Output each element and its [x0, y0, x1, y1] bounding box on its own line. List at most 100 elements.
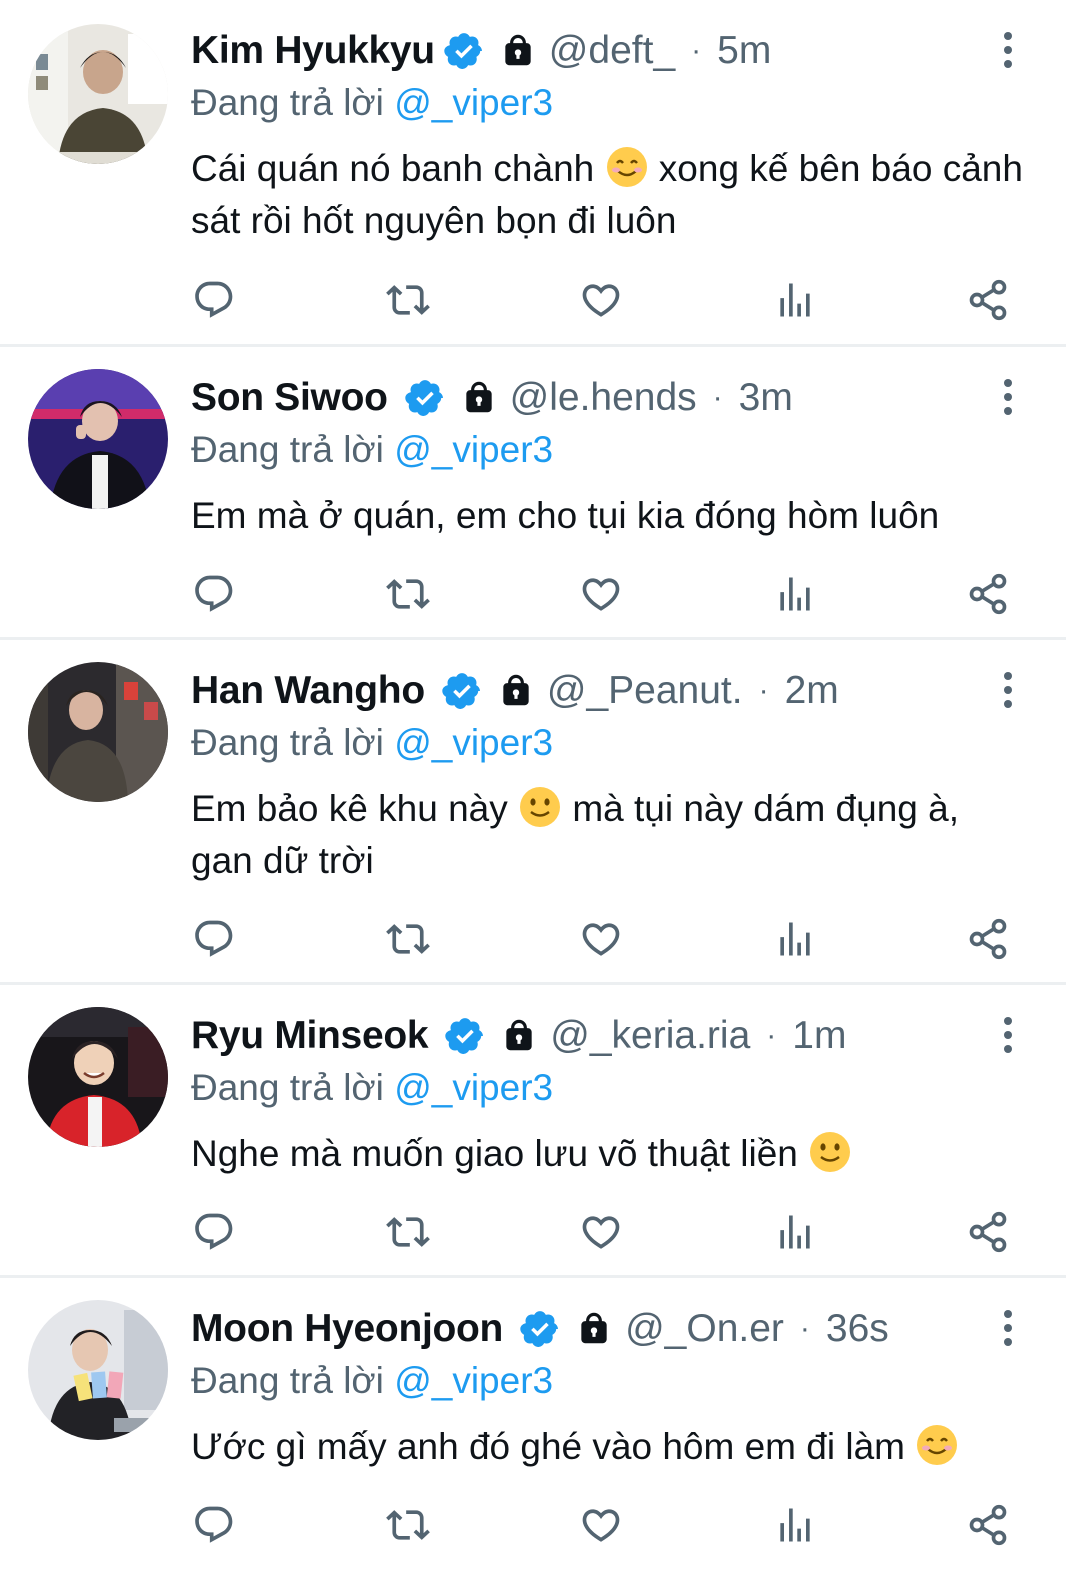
tweet-actions: [191, 914, 1011, 964]
replying-to: Đang trả lời @_viper3: [191, 1360, 553, 1402]
views-button[interactable]: [772, 277, 818, 323]
lock-icon: [505, 34, 531, 66]
reply-icon: [195, 1506, 233, 1543]
share-icon: [969, 279, 1007, 321]
reply-mention-link[interactable]: @_viper3: [394, 1067, 553, 1108]
reply-button[interactable]: [191, 916, 237, 962]
separator-dot: ·: [758, 674, 769, 707]
tweet-reply[interactable]: Moon Hyeonjoon @_On.er · 36s Đang trả lờ…: [0, 1278, 1066, 1588]
reply-mention-link[interactable]: @_viper3: [394, 1360, 553, 1401]
tweet-reply[interactable]: Son Siwoo @le.hends · 3m Đang trả lời @_…: [0, 347, 1066, 640]
lock-icon: [506, 1019, 532, 1051]
tweet-text: Nghe mà muốn giao lưu võ thuật liền: [191, 1128, 1051, 1180]
share-button[interactable]: [965, 1209, 1011, 1255]
timestamp[interactable]: 36s: [826, 1307, 889, 1351]
tweet-text: Em mà ở quán, em cho tụi kia đóng hòm lu…: [191, 490, 1051, 542]
replying-to: Đang trả lời @_viper3: [191, 82, 553, 124]
repost-icon: [385, 1510, 430, 1540]
analytics-icon: [779, 922, 810, 956]
tweet-reply[interactable]: Kim Hyukkyu @deft_ · 5m Đang trả lời @_v…: [0, 0, 1066, 347]
avatar[interactable]: [28, 1007, 168, 1147]
timestamp[interactable]: 3m: [739, 376, 793, 420]
author-name[interactable]: Moon Hyeonjoon: [191, 1307, 503, 1351]
author-handle[interactable]: @_keria.ria: [550, 1014, 750, 1058]
repost-button[interactable]: [385, 1209, 431, 1255]
replying-to: Đang trả lời @_viper3: [191, 1067, 553, 1109]
like-button[interactable]: [578, 916, 624, 962]
like-button[interactable]: [578, 571, 624, 617]
heart-icon: [582, 923, 620, 956]
lock-icon: [581, 1312, 607, 1344]
timestamp[interactable]: 2m: [785, 669, 839, 713]
slightly-smiling-face-icon: [520, 787, 561, 827]
heart-icon: [582, 1216, 620, 1249]
timestamp[interactable]: 5m: [717, 29, 771, 73]
verified-badge-icon: [404, 380, 443, 416]
tweet-header: Kim Hyukkyu @deft_ · 5m: [191, 28, 771, 74]
reply-button[interactable]: [191, 1209, 237, 1255]
share-button[interactable]: [965, 571, 1011, 617]
share-button[interactable]: [965, 277, 1011, 323]
reply-mention-link[interactable]: @_viper3: [394, 82, 553, 123]
tweet-text-part: Em bảo kê khu này: [191, 788, 519, 829]
reply-mention-link[interactable]: @_viper3: [394, 722, 553, 763]
repost-button[interactable]: [385, 1502, 431, 1548]
tweet-text-part: Ước gì mấy anh đó ghé vào hôm em đi làm: [191, 1426, 916, 1467]
repost-button[interactable]: [385, 916, 431, 962]
repost-icon: [385, 285, 430, 315]
reply-button[interactable]: [191, 277, 237, 323]
tweet-actions: [191, 1500, 1011, 1550]
like-button[interactable]: [578, 1502, 624, 1548]
repost-button[interactable]: [385, 277, 431, 323]
avatar[interactable]: [28, 369, 168, 509]
reply-button[interactable]: [191, 571, 237, 617]
analytics-icon: [779, 283, 810, 317]
lock-icon: [503, 674, 529, 706]
author-name[interactable]: Kim Hyukkyu: [191, 29, 435, 73]
tweet-text-part: Nghe mà muốn giao lưu võ thuật liền: [191, 1133, 809, 1174]
lock-icon: [465, 381, 492, 413]
reply-prefix: Đang trả lời: [191, 429, 384, 470]
more-options-icon[interactable]: [1000, 1308, 1016, 1348]
reply-feed: Kim Hyukkyu @deft_ · 5m Đang trả lời @_v…: [0, 0, 1066, 1588]
reply-prefix: Đang trả lời: [191, 82, 384, 123]
analytics-icon: [779, 1508, 810, 1542]
tweet-header: Ryu Minseok @_keria.ria · 1m: [191, 1013, 846, 1059]
share-button[interactable]: [965, 916, 1011, 962]
views-button[interactable]: [772, 571, 818, 617]
author-handle[interactable]: @_Peanut.: [547, 669, 743, 713]
separator-dot: ·: [691, 34, 702, 67]
more-options-icon[interactable]: [1000, 670, 1016, 710]
author-handle[interactable]: @_On.er: [625, 1307, 784, 1351]
more-options-icon[interactable]: [1000, 1015, 1016, 1055]
verified-badge-icon: [445, 1018, 484, 1054]
tweet-reply[interactable]: Han Wangho @_Peanut. · 2m Đang trả lời @…: [0, 640, 1066, 985]
verified-badge-icon: [520, 1311, 559, 1347]
author-name[interactable]: Ryu Minseok: [191, 1014, 429, 1058]
author-name[interactable]: Han Wangho: [191, 669, 425, 713]
analytics-icon: [779, 1215, 810, 1249]
author-handle[interactable]: @le.hends: [510, 376, 697, 420]
author-name[interactable]: Son Siwoo: [191, 376, 388, 420]
avatar[interactable]: [28, 24, 168, 164]
tweet-header: Son Siwoo @le.hends · 3m: [191, 375, 793, 421]
reply-mention-link[interactable]: @_viper3: [394, 429, 553, 470]
like-button[interactable]: [578, 1209, 624, 1255]
separator-dot: ·: [712, 381, 723, 414]
views-button[interactable]: [772, 916, 818, 962]
author-handle[interactable]: @deft_: [549, 29, 675, 73]
heart-icon: [582, 1509, 620, 1542]
more-options-icon[interactable]: [1000, 30, 1016, 70]
more-options-icon[interactable]: [1000, 377, 1016, 417]
timestamp[interactable]: 1m: [792, 1014, 846, 1058]
views-button[interactable]: [772, 1502, 818, 1548]
avatar[interactable]: [28, 1300, 168, 1440]
like-button[interactable]: [578, 277, 624, 323]
tweet-reply[interactable]: Ryu Minseok @_keria.ria · 1m Đang trả lờ…: [0, 985, 1066, 1278]
views-button[interactable]: [772, 1209, 818, 1255]
share-button[interactable]: [965, 1502, 1011, 1548]
repost-button[interactable]: [385, 571, 431, 617]
reply-icon: [195, 1213, 233, 1250]
avatar[interactable]: [28, 662, 168, 802]
reply-button[interactable]: [191, 1502, 237, 1548]
